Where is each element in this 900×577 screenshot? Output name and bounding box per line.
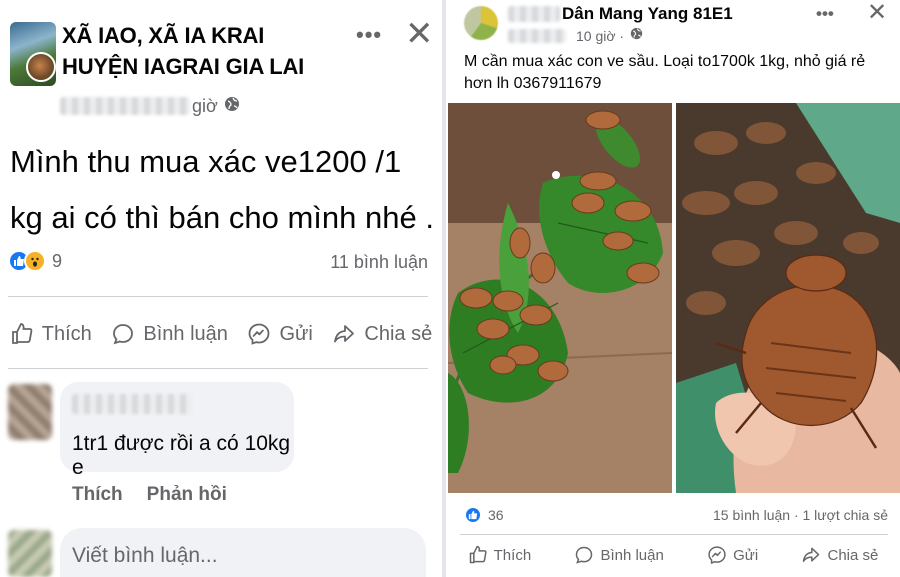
share-label: Chia sẻ	[364, 322, 433, 345]
share-label: Chia sẻ	[827, 546, 879, 564]
globe-icon	[630, 27, 643, 45]
comment-actions: Thích Phản hồi	[72, 484, 227, 506]
like-button[interactable]: Thích	[468, 545, 532, 565]
blurred-author-name	[60, 97, 190, 115]
author-avatar[interactable]	[26, 52, 56, 82]
divider	[8, 368, 428, 369]
divider	[8, 296, 428, 297]
post-body: M cần mua xác con ve sầu. Loại to1700k 1…	[464, 53, 866, 92]
post-actions: Thích Bình luận Gửi Chia sẻ	[0, 312, 442, 356]
reactions[interactable]: 9	[8, 250, 62, 272]
blurred-author-name	[508, 29, 566, 43]
blurred-commenter-name	[72, 394, 192, 414]
comment-text: 1tr1 được rồi a có 10kg e	[72, 432, 291, 479]
current-user-avatar	[8, 530, 52, 577]
comment-label: Bình luận	[143, 322, 228, 345]
post-time[interactable]: 10 giờ ·	[576, 28, 624, 44]
messenger-icon	[249, 323, 270, 345]
blurred-title-prefix	[508, 6, 560, 22]
more-options-icon[interactable]: •••	[816, 4, 834, 24]
cicada-shell-in-hand-image	[676, 103, 900, 493]
comment-icon	[113, 324, 134, 345]
share-button[interactable]: Chia sẻ	[332, 322, 432, 346]
share-icon	[334, 325, 355, 343]
comment-share-stats[interactable]: 15 bình luận · 1 lượt chia sẻ	[713, 507, 888, 523]
post-meta: 10 giờ ·	[508, 27, 643, 45]
close-icon[interactable]: ✕	[405, 14, 434, 54]
reaction-count: 36	[488, 507, 504, 523]
post-body: Mình thu mua xác ve1200 /1 kg ai có thì …	[10, 144, 434, 235]
post-time[interactable]: giờ	[192, 96, 218, 117]
right-post: Dân Mang Yang 81E1 ••• ✕ 10 giờ · M cần …	[446, 0, 900, 577]
comment-reply-button[interactable]: Phản hồi	[147, 484, 227, 506]
comment-like-button[interactable]: Thích	[72, 484, 123, 506]
reactions[interactable]: 36	[464, 506, 504, 524]
send-button[interactable]: Gửi	[247, 322, 313, 346]
comment-label: Bình luận	[600, 546, 664, 564]
reaction-count: 9	[52, 250, 63, 271]
like-reaction-icon	[464, 506, 482, 524]
more-options-icon[interactable]: •••	[356, 22, 382, 48]
send-button[interactable]: Gửi	[707, 545, 758, 565]
group-name[interactable]: XÃ IAO, XÃ IA KRAI HUYỆN IAGRAI GIA LAI	[62, 20, 342, 82]
post-meta: giờ	[60, 94, 240, 118]
send-label: Gửi	[733, 546, 759, 564]
like-label: Thích	[493, 546, 532, 564]
wow-reaction-icon	[24, 250, 46, 272]
comment-icon	[576, 546, 593, 564]
cicada-shells-on-leaf-image	[448, 103, 672, 493]
group-name[interactable]: Dân Mang Yang 81E1	[562, 4, 733, 24]
commenter-avatar[interactable]	[8, 384, 52, 440]
comment-button[interactable]: Bình luận	[111, 322, 228, 346]
like-icon	[469, 545, 487, 564]
close-icon[interactable]: ✕	[867, 0, 887, 27]
share-icon	[803, 547, 820, 562]
post-photo-hand[interactable]	[676, 103, 900, 493]
globe-icon	[224, 96, 240, 117]
post-header: Dân Mang Yang 81E1	[508, 4, 733, 24]
group-avatar[interactable]	[464, 6, 498, 40]
send-label: Gửi	[279, 322, 313, 345]
messenger-icon	[708, 546, 726, 564]
like-icon	[11, 323, 33, 344]
divider	[460, 534, 888, 535]
post-photo-leaf[interactable]	[448, 103, 672, 493]
comment-bubble: 1tr1 được rồi a có 10kg e	[60, 382, 294, 479]
like-label: Thích	[41, 322, 92, 345]
post-actions: Thích Bình luận Gửi Chia sẻ	[446, 540, 900, 570]
share-button[interactable]: Chia sẻ	[801, 545, 878, 565]
left-post: XÃ IAO, XÃ IA KRAI HUYỆN IAGRAI GIA LAI …	[0, 0, 442, 577]
comment-count[interactable]: 11 bình luận	[330, 252, 428, 273]
like-button[interactable]: Thích	[10, 322, 92, 346]
write-comment-input[interactable]: Viết bình luận...	[60, 528, 426, 577]
comment-button[interactable]: Bình luận	[574, 545, 664, 565]
